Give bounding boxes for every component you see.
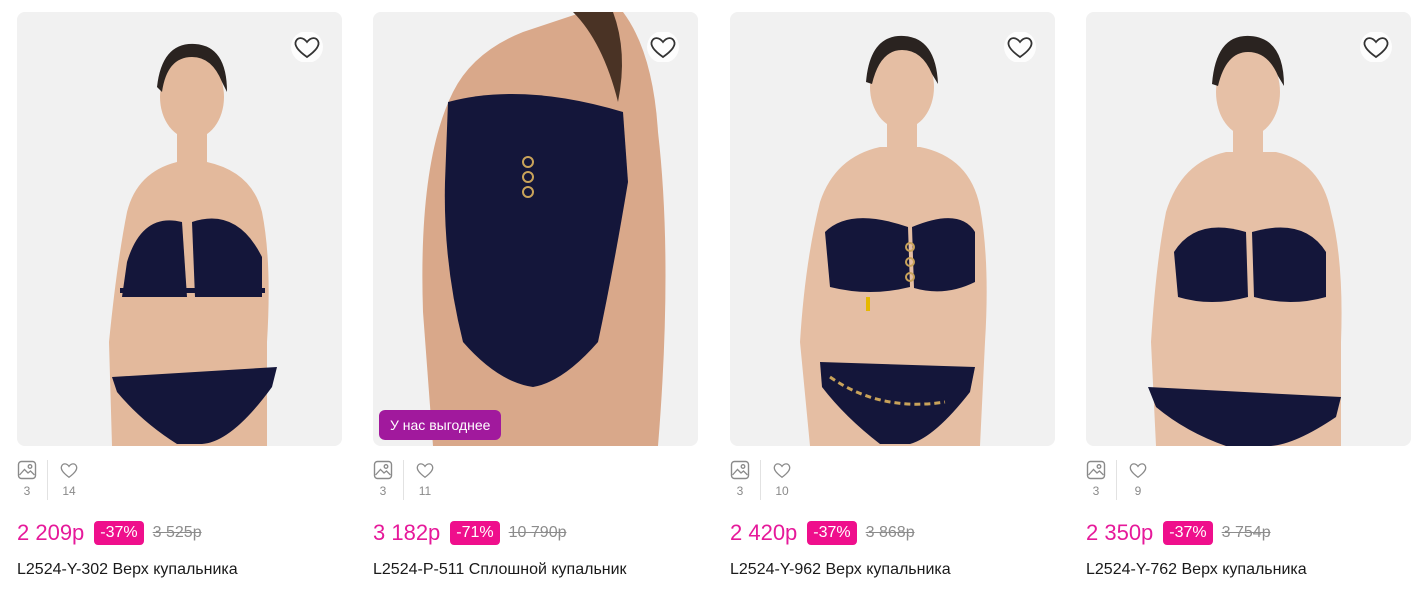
divider (760, 460, 761, 500)
current-price: 2 420р (730, 520, 798, 545)
likes-count-label: 10 (775, 484, 789, 498)
discount-badge: -71% (450, 521, 500, 545)
photos-count-label: 3 (1092, 484, 1100, 498)
favorite-button[interactable] (1003, 32, 1037, 62)
likes-count[interactable]: 9 (1127, 460, 1149, 498)
discount-badge: -37% (807, 521, 857, 545)
photos-count[interactable]: 3 (1086, 460, 1106, 498)
price-row: 3 182р -71% 10 790р (373, 520, 698, 546)
heart-outline-icon (291, 32, 323, 62)
current-price: 2 209р (17, 520, 85, 545)
price-row: 2 350р -37% 3 754р (1086, 520, 1411, 546)
divider (403, 460, 404, 500)
price-row: 2 420р -37% 3 868р (730, 520, 1055, 546)
heart-outline-icon (1004, 32, 1036, 62)
product-photo[interactable]: У нас выгоднее (373, 12, 698, 446)
photos-count-label: 3 (379, 484, 387, 498)
product-stats: 3 10 (730, 460, 1055, 502)
photos-count[interactable]: 3 (373, 460, 393, 498)
product-card[interactable]: 3 10 2 420р -37% 3 868р L2524-Y-962 Верх… (730, 12, 1055, 582)
old-price: 3 525р (152, 524, 202, 541)
likes-count[interactable]: 11 (414, 460, 436, 498)
image-icon (730, 460, 750, 480)
product-image (730, 12, 1055, 446)
likes-count[interactable]: 14 (58, 460, 80, 498)
likes-count-label: 14 (62, 484, 76, 498)
product-stats: 3 14 (17, 460, 342, 502)
photos-count-label: 3 (736, 484, 744, 498)
product-card[interactable]: У нас выгоднее 3 11 3 182р -71% 10 790р … (373, 12, 698, 582)
product-stats: 3 9 (1086, 460, 1411, 502)
photos-count[interactable]: 3 (730, 460, 750, 498)
old-price: 3 868р (865, 524, 915, 541)
product-photo[interactable] (730, 12, 1055, 446)
likes-count-label: 11 (418, 484, 432, 498)
heart-outline-icon (1360, 32, 1392, 62)
photos-count[interactable]: 3 (17, 460, 37, 498)
product-stats: 3 11 (373, 460, 698, 502)
product-image (17, 12, 342, 446)
discount-badge: -37% (1163, 521, 1213, 545)
product-image (1086, 12, 1411, 446)
old-price: 10 790р (508, 524, 567, 541)
divider (1116, 460, 1117, 500)
heart-outline-icon (647, 32, 679, 62)
product-image (373, 12, 698, 446)
heart-small-icon (773, 463, 791, 479)
heart-small-icon (60, 463, 78, 479)
photos-count-label: 3 (23, 484, 31, 498)
likes-count[interactable]: 10 (771, 460, 793, 498)
divider (47, 460, 48, 500)
product-title[interactable]: L2524-Y-962 Верх купальника (730, 560, 1055, 580)
heart-small-icon (1129, 463, 1147, 479)
promo-badge: У нас выгоднее (379, 410, 502, 440)
product-photo[interactable] (17, 12, 342, 446)
heart-small-icon (416, 463, 434, 479)
product-title[interactable]: L2524-P-511 Сплошной купальник (373, 560, 698, 580)
product-grid: 3 14 2 209р -37% 3 525р L2524-Y-302 Верх… (0, 0, 1417, 591)
discount-badge: -37% (94, 521, 144, 545)
favorite-button[interactable] (290, 32, 324, 62)
favorite-button[interactable] (646, 32, 680, 62)
old-price: 3 754р (1221, 524, 1271, 541)
product-title[interactable]: L2524-Y-762 Верх купальника (1086, 560, 1411, 580)
image-icon (373, 460, 393, 480)
favorite-button[interactable] (1359, 32, 1393, 62)
current-price: 3 182р (373, 520, 441, 545)
current-price: 2 350р (1086, 520, 1154, 545)
product-photo[interactable] (1086, 12, 1411, 446)
product-card[interactable]: 3 14 2 209р -37% 3 525р L2524-Y-302 Верх… (17, 12, 342, 582)
price-row: 2 209р -37% 3 525р (17, 520, 342, 546)
product-title[interactable]: L2524-Y-302 Верх купальника (17, 560, 342, 580)
image-icon (17, 460, 37, 480)
likes-count-label: 9 (1134, 484, 1142, 498)
image-icon (1086, 460, 1106, 480)
product-card[interactable]: 3 9 2 350р -37% 3 754р L2524-Y-762 Верх … (1086, 12, 1411, 582)
